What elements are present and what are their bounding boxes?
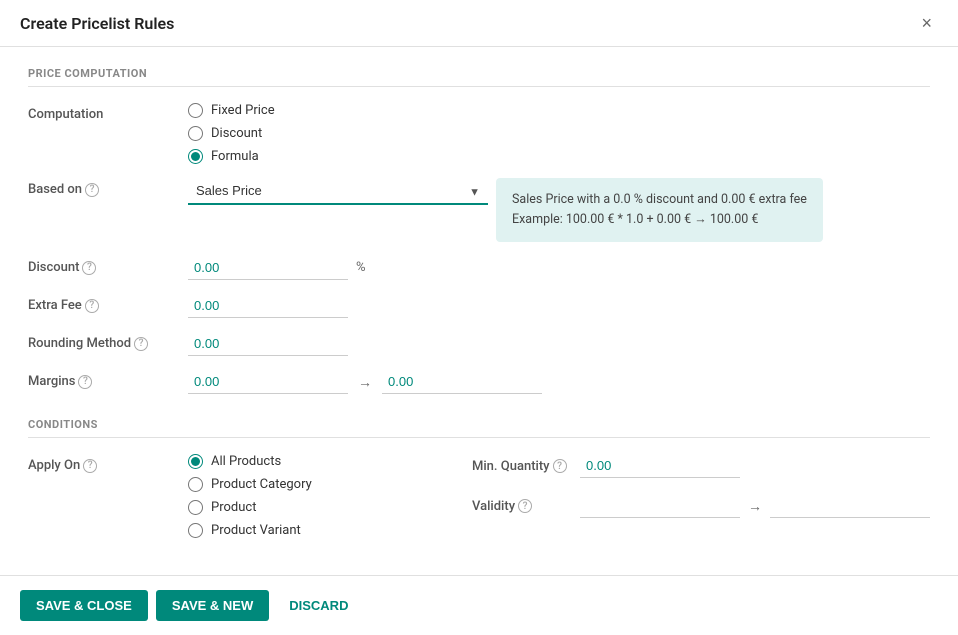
extra-fee-content — [188, 294, 930, 318]
margins-label: Margins ? — [28, 370, 188, 389]
min-quantity-row: Min. Quantity ? — [472, 454, 930, 478]
radio-product[interactable]: Product — [188, 500, 452, 515]
apply-on-label: Apply On ? — [28, 454, 188, 473]
extra-fee-help-icon[interactable]: ? — [85, 299, 99, 313]
apply-on-radio-group: All Products Product Category Product — [188, 454, 452, 538]
apply-on-help-icon[interactable]: ? — [83, 459, 97, 473]
info-box-line1: Sales Price with a 0.0 % discount and 0.… — [512, 190, 807, 210]
extra-fee-input[interactable] — [188, 294, 348, 318]
computation-label: Computation — [28, 103, 188, 122]
validity-from-input[interactable] — [580, 494, 740, 518]
apply-on-left: All Products Product Category Product — [188, 454, 452, 538]
discount-content: % — [188, 256, 930, 280]
radio-fixed-price[interactable]: Fixed Price — [188, 103, 275, 118]
validity-label: Validity ? — [472, 499, 572, 514]
margins-from-input[interactable] — [188, 370, 348, 394]
validity-to-input[interactable] — [770, 494, 930, 518]
based-on-content: Sales Price Other Pricelist Cost ▼ Sales… — [188, 178, 930, 242]
radio-product-variant[interactable]: Product Variant — [188, 523, 452, 538]
margins-inputs: → — [188, 370, 542, 394]
discount-row: Discount ? % — [28, 256, 930, 280]
discard-button[interactable]: DISCARD — [277, 590, 360, 621]
radio-discount[interactable]: Discount — [188, 126, 275, 141]
radio-formula-input[interactable] — [188, 149, 203, 164]
radio-discount-input[interactable] — [188, 126, 203, 141]
save-close-button[interactable]: SAVE & CLOSE — [20, 590, 148, 621]
min-quantity-label: Min. Quantity ? — [472, 459, 572, 474]
computation-radio-group: Fixed Price Discount Formula — [188, 103, 275, 164]
margins-arrow: → — [358, 374, 372, 391]
discount-input[interactable] — [188, 256, 348, 280]
computation-options: Fixed Price Discount Formula — [188, 103, 930, 164]
validity-help-icon[interactable]: ? — [518, 499, 532, 513]
rounding-method-row: Rounding Method ? — [28, 332, 930, 356]
radio-formula-label: Formula — [211, 149, 259, 164]
radio-product-variant-input[interactable] — [188, 523, 203, 538]
validity-row: Validity ? → — [472, 494, 930, 518]
radio-fixed-price-label: Fixed Price — [211, 103, 275, 118]
computation-row: Computation Fixed Price Discount Formula — [28, 103, 930, 164]
dialog-header: Create Pricelist Rules × — [0, 0, 958, 47]
apply-on-content: All Products Product Category Product — [188, 454, 930, 538]
extra-fee-label: Extra Fee ? — [28, 294, 188, 313]
margins-help-icon[interactable]: ? — [78, 375, 92, 389]
radio-product-category-label: Product Category — [211, 477, 312, 492]
rounding-method-content — [188, 332, 930, 356]
margins-content: → — [188, 370, 930, 394]
conditions-section: CONDITIONS Apply On ? All Products — [28, 418, 930, 538]
discount-help-icon[interactable]: ? — [82, 261, 96, 275]
discount-suffix: % — [356, 256, 366, 275]
rounding-method-help-icon[interactable]: ? — [134, 337, 148, 351]
based-on-select[interactable]: Sales Price Other Pricelist Cost — [188, 178, 488, 205]
dialog-title: Create Pricelist Rules — [20, 14, 174, 33]
rounding-method-input[interactable] — [188, 332, 348, 356]
based-on-help-icon[interactable]: ? — [85, 183, 99, 197]
create-pricelist-rules-dialog: Create Pricelist Rules × PRICE COMPUTATI… — [0, 0, 958, 635]
min-quantity-help-icon[interactable]: ? — [553, 459, 567, 473]
apply-on-row: Apply On ? All Products Product Categ — [28, 454, 930, 538]
validity-arrow: → — [748, 498, 762, 515]
min-quantity-input[interactable] — [580, 454, 740, 478]
formula-info-box: Sales Price with a 0.0 % discount and 0.… — [496, 178, 823, 242]
close-button[interactable]: × — [915, 12, 938, 34]
info-box-line2: Example: 100.00 € * 1.0 + 0.00 € → 100.0… — [512, 210, 807, 230]
radio-product-category[interactable]: Product Category — [188, 477, 452, 492]
conditions-section-title: CONDITIONS — [28, 418, 930, 438]
discount-label: Discount ? — [28, 256, 188, 275]
radio-discount-label: Discount — [211, 126, 262, 141]
extra-fee-row: Extra Fee ? — [28, 294, 930, 318]
radio-formula[interactable]: Formula — [188, 149, 275, 164]
based-on-select-wrapper: Sales Price Other Pricelist Cost ▼ — [188, 178, 488, 205]
radio-all-products-label: All Products — [211, 454, 281, 469]
radio-all-products-input[interactable] — [188, 454, 203, 469]
margins-to-input[interactable] — [382, 370, 542, 394]
dialog-footer: SAVE & CLOSE SAVE & NEW DISCARD — [0, 575, 958, 635]
radio-product-input[interactable] — [188, 500, 203, 515]
dialog-body: PRICE COMPUTATION Computation Fixed Pric… — [0, 47, 958, 575]
apply-on-right: Min. Quantity ? Validity ? → — [452, 454, 930, 538]
rounding-method-label: Rounding Method ? — [28, 332, 188, 351]
radio-product-label: Product — [211, 500, 256, 515]
radio-all-products[interactable]: All Products — [188, 454, 452, 469]
based-on-label: Based on ? — [28, 178, 188, 197]
margins-row: Margins ? → — [28, 370, 930, 394]
price-computation-section-title: PRICE COMPUTATION — [28, 67, 930, 87]
radio-product-category-input[interactable] — [188, 477, 203, 492]
radio-product-variant-label: Product Variant — [211, 523, 301, 538]
save-new-button[interactable]: SAVE & NEW — [156, 590, 269, 621]
radio-fixed-price-input[interactable] — [188, 103, 203, 118]
based-on-row: Based on ? Sales Price Other Pricelist C… — [28, 178, 930, 242]
